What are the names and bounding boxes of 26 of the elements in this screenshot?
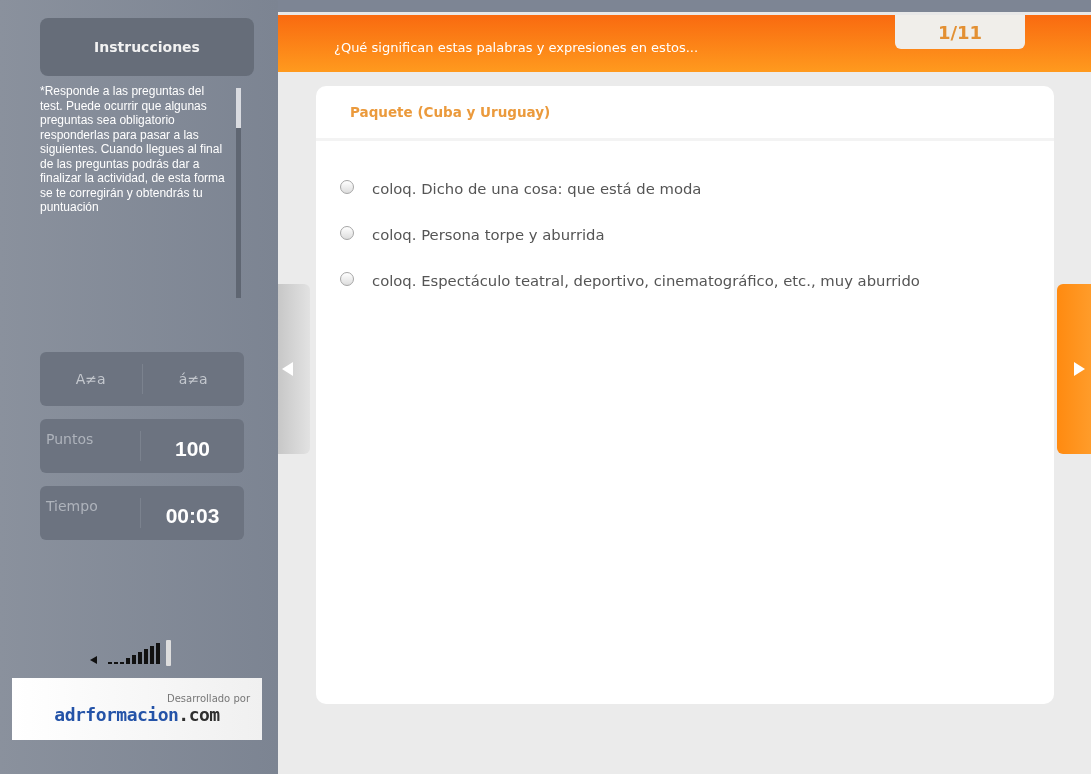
stat-label: Puntos: [45, 430, 95, 447]
right-arrow-icon: [1073, 362, 1085, 376]
radio-button[interactable]: [340, 226, 354, 240]
instructions-title: Instrucciones: [40, 18, 254, 76]
toggle-button[interactable]: A≠a: [40, 371, 142, 387]
question-counter: 1/11: [895, 15, 1025, 49]
scrollbar[interactable]: [236, 88, 241, 298]
instructions-text: *Responde a las preguntas del test. Puede ocurrir que algunas preguntas sea obligatorio responderlas para pasar a las siguientes. Cuando llegues al final de las preguntas podrás dar a finalizar la actividad, de esta forma se te corregirán y obtendrás tu puntuación: [40, 84, 226, 216]
left-arrow-icon: [282, 362, 294, 376]
previous-button[interactable]: [278, 284, 310, 454]
option-text: coloq. Dicho de una cosa: que está de moda: [372, 179, 702, 199]
question-term: Paquete (Cuba y Uruguay): [316, 86, 1054, 141]
radio-button[interactable]: [340, 272, 354, 286]
stat-label: Tiempo: [45, 497, 99, 514]
question-heading: ¿Qué significan estas palabras y expresiones en estos...: [334, 40, 699, 55]
option-text: coloq. Espectáculo teatral, deportivo, cinematográfico, etc., muy aburrido: [372, 271, 920, 291]
speaker-icon: [88, 654, 100, 666]
developer-logo[interactable]: Desarrollado por adrformacion.com: [12, 678, 262, 740]
credit-tagline: Desarrollado por: [166, 693, 250, 704]
stat-value: 100: [173, 436, 211, 461]
next-button[interactable]: [1057, 284, 1091, 454]
option-text: coloq. Persona torpe y aburrida: [372, 225, 605, 245]
brand-name: adrformacion.com: [54, 704, 220, 725]
toggle-button[interactable]: á≠a: [142, 371, 244, 387]
stat-value: 00:03: [164, 503, 221, 528]
radio-button[interactable]: [340, 180, 354, 194]
